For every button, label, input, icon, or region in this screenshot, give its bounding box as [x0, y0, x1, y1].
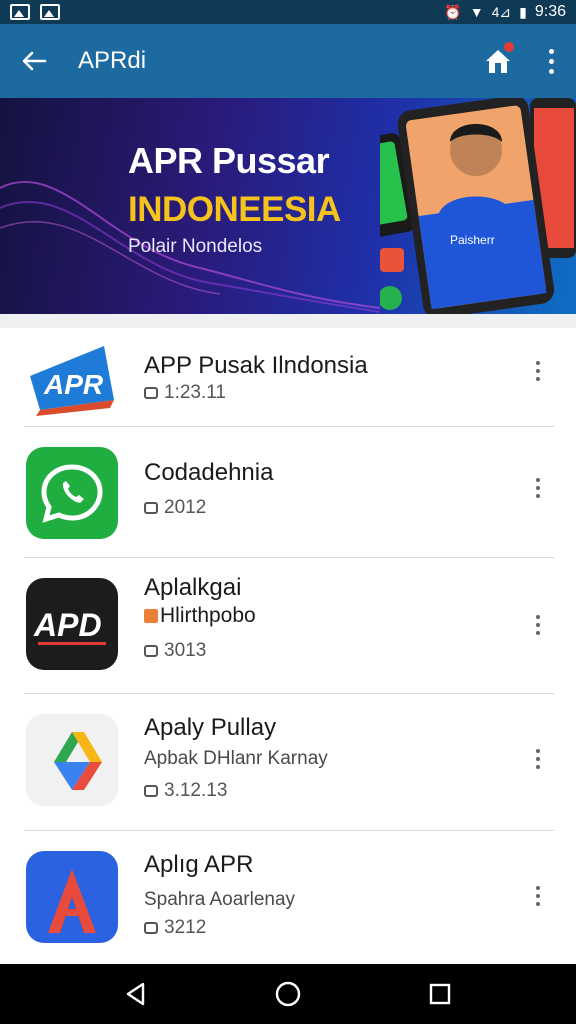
app-meta: 3212	[144, 917, 206, 939]
more-options-button[interactable]	[526, 24, 576, 98]
app-meta: 3013	[144, 640, 206, 662]
list-item[interactable]: Codadehnia 2012	[0, 427, 576, 557]
app-meta-text: 3.12.13	[164, 780, 228, 801]
home-button[interactable]	[470, 24, 526, 98]
item-more-button[interactable]	[528, 744, 548, 774]
signal-icon: 4⊿	[491, 3, 512, 20]
more-dot	[536, 369, 540, 373]
wifi-icon: ▼	[469, 4, 484, 20]
item-more-button[interactable]	[528, 356, 548, 386]
status-time: 9:36	[534, 3, 566, 20]
svg-text:APR: APR	[43, 369, 104, 400]
app-meta: 3.12.13	[144, 780, 227, 802]
more-dot	[536, 623, 540, 627]
developer-icon	[144, 609, 158, 623]
alarm-icon: ⏰	[444, 3, 462, 20]
banner-title: APR Pussar	[128, 140, 330, 181]
system-nav-bar	[0, 964, 576, 1024]
more-dot	[536, 902, 540, 906]
item-more-button[interactable]	[528, 473, 548, 503]
list-item[interactable]: APD Aplalkgai Hlirthpobo 3013	[0, 558, 576, 694]
app-meta: 2012	[144, 497, 206, 519]
more-dot	[536, 631, 540, 635]
meta-icon	[144, 785, 158, 797]
app-title-text: APP Pusak Ilndonsia	[144, 352, 368, 379]
apr-a-logo-icon	[26, 851, 118, 943]
apd-logo-icon: APD	[26, 578, 118, 670]
banner-subtitle: INDONEESIA	[128, 190, 341, 229]
promo-banner[interactable]: APR Pussar INDONEESIA Polair Nondelos Pa…	[0, 98, 576, 314]
meta-icon	[144, 645, 158, 657]
more-dot	[536, 886, 540, 890]
app-title-text: Codadehnia	[144, 459, 274, 486]
more-dot	[536, 478, 540, 482]
banner-tagline: Polair Nondelos	[128, 236, 263, 257]
app-list: APR APP Pusak Ilndonsia 1:23.11 Codadehn…	[0, 328, 576, 964]
app-title: APRdi	[78, 47, 147, 74]
more-dot	[536, 377, 540, 381]
meta-icon	[144, 387, 158, 399]
more-dot	[536, 757, 540, 761]
app-meta-text: 3212	[164, 917, 207, 938]
svg-text:APD: APD	[33, 607, 102, 643]
apr-logo-icon: APR	[26, 336, 118, 428]
status-left	[10, 4, 60, 20]
app-subtitle-text: Hlirthpobo	[160, 604, 256, 627]
app-subtitle-text: Spahra Aoarlenay	[144, 889, 296, 910]
app-meta-text: 1:23.11	[164, 382, 226, 403]
google-drive-icon	[26, 714, 118, 806]
more-dot	[536, 894, 540, 898]
app-actions	[470, 24, 576, 98]
nav-home-button[interactable]	[258, 964, 318, 1024]
nav-back-button[interactable]	[106, 964, 166, 1024]
more-dot	[536, 765, 540, 769]
app-meta: 1:23.11	[144, 382, 226, 404]
back-button[interactable]	[0, 24, 68, 98]
app-meta-text: 3013	[164, 640, 207, 661]
app-meta-text: 2012	[164, 497, 207, 518]
more-dot	[536, 361, 540, 365]
notification-dot	[504, 42, 514, 52]
item-more-button[interactable]	[528, 881, 548, 911]
more-dot	[548, 68, 554, 74]
more-dot	[548, 48, 554, 54]
banner-phones-illustration: Paisherr	[380, 98, 576, 314]
meta-icon	[144, 502, 158, 514]
gallery-icon	[10, 4, 30, 20]
image-icon	[40, 4, 60, 20]
phone-card-text: Paisherr	[450, 233, 495, 247]
list-item[interactable]: APR APP Pusak Ilndonsia 1:23.11	[0, 328, 576, 426]
recents-nav-icon	[429, 983, 451, 1005]
app-title-text: Aplalkgai	[144, 574, 242, 601]
app-bar: APRdi	[0, 24, 576, 98]
back-nav-icon	[126, 982, 145, 1006]
app-subtitle-text: Apbak DHlanr Karnay	[144, 748, 328, 769]
more-dot	[536, 494, 540, 498]
app-subtitle: Hlirthpobo	[144, 604, 256, 628]
item-more-button[interactable]	[528, 610, 548, 640]
status-bar: ⏰ ▼ 4⊿ ▮ 9:36	[0, 0, 576, 24]
more-dot	[536, 615, 540, 619]
whatsapp-icon	[26, 447, 118, 539]
app-title-text: Apaly Pullay	[144, 714, 277, 741]
nav-recents-button[interactable]	[410, 964, 470, 1024]
more-dot	[536, 749, 540, 753]
list-item[interactable]: Apaly Pullay Apbak DHlanr Karnay 3.12.13	[0, 694, 576, 830]
battery-icon: ▮	[519, 3, 527, 20]
back-arrow-icon	[22, 51, 47, 71]
home-nav-icon	[275, 981, 301, 1007]
list-item[interactable]: Aplıg APR Spahra Aoarlenay 3212	[0, 831, 576, 964]
more-dot	[536, 486, 540, 490]
meta-icon	[144, 922, 158, 934]
more-dot	[548, 58, 554, 64]
status-right: ⏰ ▼ 4⊿ ▮ 9:36	[444, 3, 566, 21]
app-title-text: Aplıg APR	[144, 851, 254, 878]
